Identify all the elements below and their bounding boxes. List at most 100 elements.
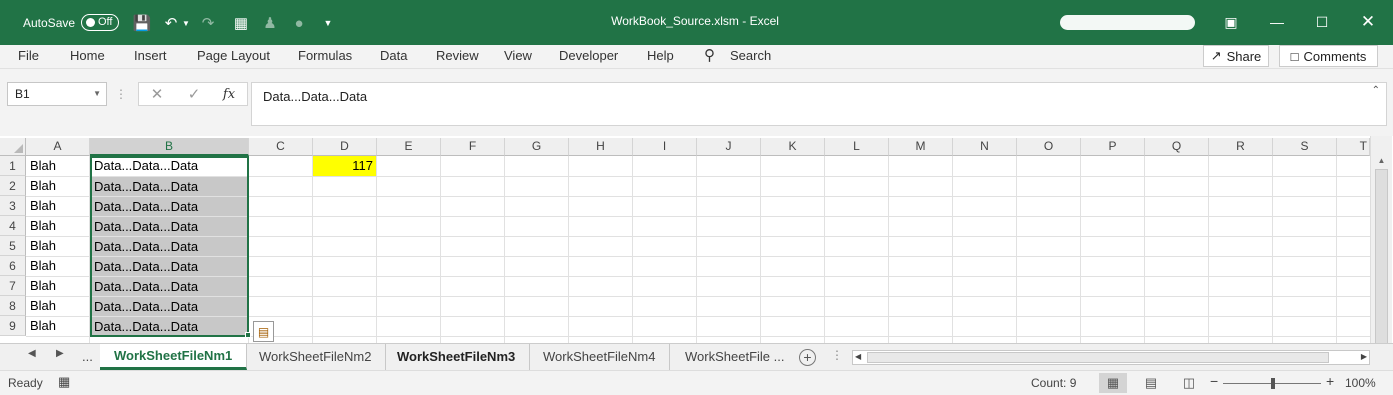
column-header-p[interactable]: P (1081, 138, 1145, 156)
menu-page-layout[interactable]: Page Layout (197, 45, 270, 69)
normal-view-icon[interactable]: ▦ (1099, 373, 1127, 393)
column-header-e[interactable]: E (377, 138, 441, 156)
cell-b5[interactable]: Data...Data...Data (90, 237, 248, 256)
cell-a7[interactable]: Blah (26, 276, 89, 296)
menu-developer[interactable]: Developer (559, 45, 618, 69)
cell-d1[interactable]: 117 (313, 156, 376, 176)
cell-b2[interactable]: Data...Data...Data (90, 177, 248, 196)
prev-sheet-icon[interactable]: ◀ (28, 348, 36, 359)
chevron-down-icon[interactable]: ▼ (93, 83, 101, 105)
cell-a9[interactable]: Blah (26, 316, 89, 336)
menu-review[interactable]: Review (436, 45, 479, 69)
page-layout-view-icon[interactable]: ▤ (1137, 373, 1165, 393)
cancel-icon[interactable]: ✕ (144, 82, 170, 106)
close-icon[interactable]: ✕ (1356, 10, 1380, 34)
ribbon-display-icon[interactable]: ▣ (1219, 10, 1243, 34)
insert-function-button[interactable]: fx (216, 82, 242, 106)
column-header-g[interactable]: G (505, 138, 569, 156)
formula-input[interactable]: Data...Data...Data ⌃ (251, 82, 1387, 126)
form-icon[interactable]: ▦ (230, 12, 252, 34)
column-header-n[interactable]: N (953, 138, 1017, 156)
worksheet-grid[interactable]: A B C D E F G H I J K L M N O P Q R S T … (0, 136, 1393, 343)
cell-a6[interactable]: Blah (26, 256, 89, 276)
menu-data[interactable]: Data (380, 45, 407, 69)
tab-worksheetfilenm3[interactable]: WorkSheetFileNm3 (383, 344, 531, 370)
redo-icon[interactable]: ↷ (197, 12, 219, 34)
cell-a3[interactable]: Blah (26, 196, 89, 216)
zoom-out-icon[interactable]: − (1210, 373, 1218, 389)
comments-button[interactable]: □ Comments (1279, 45, 1378, 67)
menu-insert[interactable]: Insert (134, 45, 167, 69)
autosave-toggle[interactable]: Off (81, 14, 119, 31)
cell-b6[interactable]: Data...Data...Data (90, 257, 248, 276)
zoom-slider-knob[interactable] (1271, 378, 1275, 389)
cell-b3[interactable]: Data...Data...Data (90, 197, 248, 216)
row-header-3[interactable]: 3 (0, 196, 26, 216)
row-header-2[interactable]: 2 (0, 176, 26, 196)
row-header-1[interactable]: 1 (0, 156, 26, 176)
column-header-c[interactable]: C (249, 138, 313, 156)
column-header-b[interactable]: B (90, 138, 249, 156)
cell-b1[interactable]: Data...Data...Data (90, 156, 248, 176)
share-button[interactable]: ↗ Share (1203, 45, 1269, 67)
fill-handle[interactable] (245, 332, 251, 338)
column-header-k[interactable]: K (761, 138, 825, 156)
scroll-right-icon[interactable]: ▶ (1361, 352, 1367, 361)
column-header-q[interactable]: Q (1145, 138, 1209, 156)
macro-record-icon[interactable]: ▦ (58, 374, 70, 390)
column-header-d[interactable]: D (313, 138, 377, 156)
cell-b7[interactable]: Data...Data...Data (90, 277, 248, 296)
row-header-8[interactable]: 8 (0, 296, 26, 316)
customize-qat-icon[interactable]: ▼ (317, 12, 339, 34)
column-header-h[interactable]: H (569, 138, 633, 156)
column-header-r[interactable]: R (1209, 138, 1273, 156)
row-header-6[interactable]: 6 (0, 256, 26, 276)
maximize-icon[interactable]: ☐ (1310, 10, 1334, 34)
search-icon[interactable]: ⚲ (704, 45, 715, 69)
page-break-view-icon[interactable]: ◫ (1175, 373, 1203, 393)
zoom-level[interactable]: 100% (1345, 376, 1376, 390)
column-header-l[interactable]: L (825, 138, 889, 156)
column-header-f[interactable]: F (441, 138, 505, 156)
cell-a5[interactable]: Blah (26, 236, 89, 256)
menu-home[interactable]: Home (70, 45, 105, 69)
tab-worksheetfilenm4[interactable]: WorkSheetFileNm4 (529, 344, 671, 370)
cell-a1[interactable]: Blah (26, 156, 89, 176)
add-sheet-icon[interactable]: + (799, 349, 816, 366)
h-scroll-thumb[interactable] (867, 352, 1329, 363)
menu-file[interactable]: File (18, 45, 39, 69)
quick-analysis-icon[interactable]: ▤ (253, 321, 274, 342)
select-all-corner[interactable] (0, 138, 26, 156)
next-sheet-icon[interactable]: ▶ (56, 348, 64, 359)
search-label[interactable]: Search (730, 45, 771, 69)
tab-worksheetfilenm1[interactable]: WorkSheetFileNm1 (100, 344, 248, 370)
column-header-a[interactable]: A (26, 138, 90, 156)
menu-formulas[interactable]: Formulas (298, 45, 352, 69)
menu-view[interactable]: View (504, 45, 532, 69)
scroll-up-icon[interactable]: ▲ (1375, 156, 1388, 168)
collapse-icon[interactable]: ⌃ (1372, 85, 1380, 96)
column-header-t[interactable]: T (1337, 138, 1370, 156)
column-header-o[interactable]: O (1017, 138, 1081, 156)
row-header-7[interactable]: 7 (0, 276, 26, 296)
save-icon[interactable]: 💾 (131, 12, 153, 34)
name-box[interactable]: B1 ▼ (7, 82, 107, 106)
row-header-9[interactable]: 9 (0, 316, 26, 336)
undo-dropdown-icon[interactable]: ▼ (181, 12, 191, 34)
horizontal-scrollbar[interactable]: ◀ ▶ (852, 350, 1370, 365)
vertical-scrollbar[interactable]: ▲ (1370, 136, 1392, 343)
tab-worksheetfilenm2[interactable]: WorkSheetFileNm2 (245, 344, 387, 370)
cell-b8[interactable]: Data...Data...Data (90, 297, 248, 316)
column-header-j[interactable]: J (697, 138, 761, 156)
menu-help[interactable]: Help (647, 45, 674, 69)
row-header-5[interactable]: 5 (0, 236, 26, 256)
record-icon[interactable]: ● (288, 12, 310, 34)
undo-icon[interactable]: ↶ (160, 12, 182, 34)
cell-a2[interactable]: Blah (26, 176, 89, 196)
zoom-in-icon[interactable]: + (1326, 373, 1334, 389)
row-header-4[interactable]: 4 (0, 216, 26, 236)
scroll-left-icon[interactable]: ◀ (855, 352, 861, 361)
user-account[interactable] (1060, 15, 1195, 30)
tab-worksheetfile-more[interactable]: WorkSheetFile ... (671, 344, 798, 370)
cell-a4[interactable]: Blah (26, 216, 89, 236)
